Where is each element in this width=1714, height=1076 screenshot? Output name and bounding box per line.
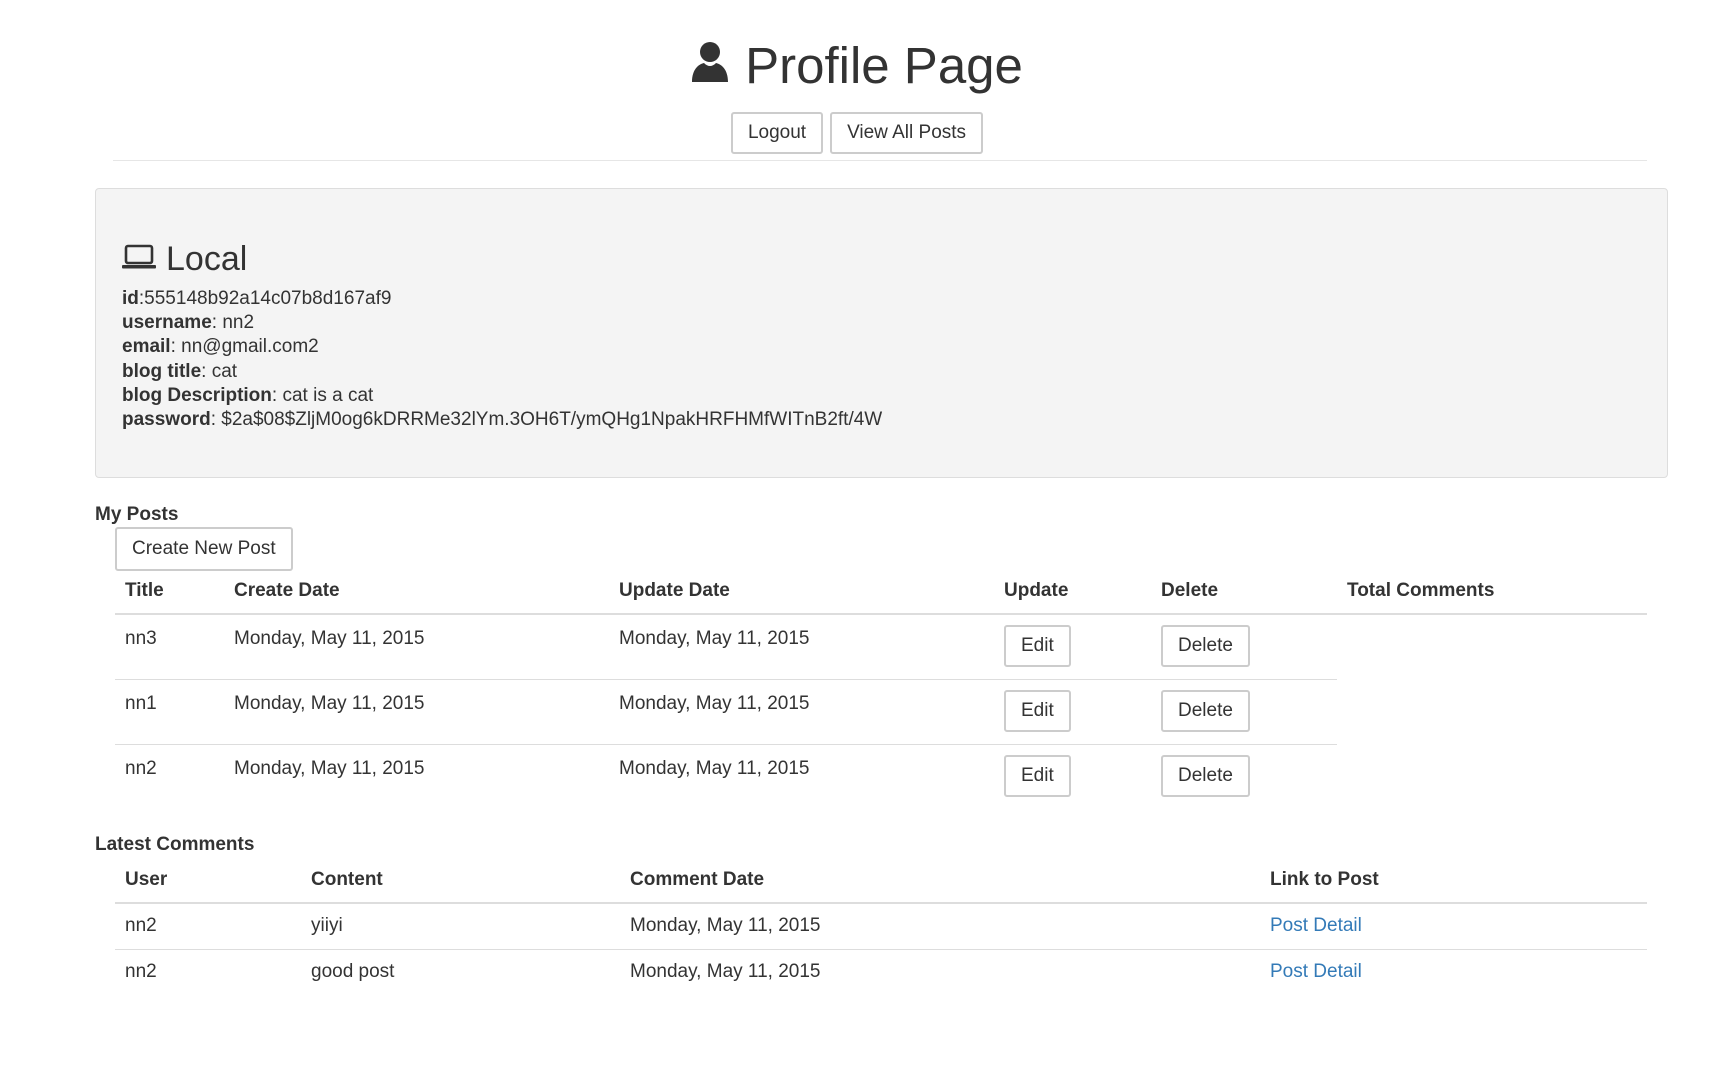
col-total-comments: Total Comments (1337, 568, 1647, 615)
page-title: Profile Page (691, 34, 1023, 98)
info-username-value: nn2 (222, 312, 255, 334)
info-email-sep: : (170, 336, 182, 358)
delete-button[interactable]: Delete (1161, 754, 1250, 797)
post-edit-cell: Edit (994, 743, 1151, 809)
table-row: nn1 Monday, May 11, 2015 Monday, May 11,… (115, 678, 1647, 744)
create-new-post-button[interactable]: Create New Post (115, 527, 293, 571)
header-divider (113, 160, 1647, 161)
comment-user: nn2 (125, 915, 157, 937)
page-header: Profile Page Logout View All Posts (0, 34, 1714, 154)
user-icon (691, 34, 729, 98)
table-row: nn3 Monday, May 11, 2015 Monday, May 11,… (115, 614, 1647, 679)
col-content: Content (301, 857, 620, 904)
info-blog-description-value: cat is a cat (282, 384, 374, 406)
post-title: nn2 (115, 743, 224, 809)
comment-content: yiiyi (311, 915, 343, 937)
logout-button[interactable]: Logout (730, 112, 824, 154)
info-password-value: $2a$08$ZljM0og6kDRRMe32lYm.3OH6T/ymQHg1N… (221, 409, 883, 431)
my-posts-table: Title Create Date Update Date Update Del… (115, 568, 1647, 809)
info-blog-title-key: blog title (122, 360, 202, 382)
info-blog-title: blog title: cat (122, 360, 1667, 384)
post-edit-cell: Edit (994, 678, 1151, 744)
delete-button[interactable]: Delete (1161, 689, 1250, 732)
table-row: nn2 good post Monday, May 11, 2015 Post … (115, 948, 1647, 995)
comment-date: Monday, May 11, 2015 (630, 915, 821, 937)
col-user: User (115, 857, 301, 904)
comment-date: Monday, May 11, 2015 (620, 948, 1260, 995)
info-username-sep: : (211, 312, 223, 334)
post-update-date: Monday, May 11, 2015 (619, 628, 810, 649)
comment-link-cell: Post Detail (1260, 948, 1647, 995)
post-total-comments (1337, 614, 1647, 679)
post-create-date: Monday, May 11, 2015 (224, 678, 609, 744)
table-row: nn2 yiiyi Monday, May 11, 2015 Post Deta… (115, 903, 1647, 949)
header-buttons: Logout View All Posts (0, 112, 1714, 154)
my-posts-heading: My Posts (95, 504, 179, 525)
table-header-row: User Content Comment Date Link to Post (115, 857, 1647, 904)
post-update-date: Monday, May 11, 2015 (609, 678, 994, 744)
page-title-text: Profile Page (745, 37, 1023, 94)
edit-button[interactable]: Edit (1004, 625, 1071, 667)
table-row: nn2 Monday, May 11, 2015 Monday, May 11,… (115, 743, 1647, 809)
post-delete-cell: Delete (1151, 678, 1337, 744)
post-delete-cell: Delete (1151, 743, 1337, 809)
post-total-comments (1337, 679, 1647, 744)
info-id-key: id (122, 288, 139, 309)
comment-content: good post (301, 948, 620, 995)
info-email-value: nn@gmail.com2 (181, 336, 319, 358)
info-password-key: password (122, 409, 211, 431)
post-total-comments (1337, 744, 1647, 809)
col-update: Update (994, 568, 1151, 615)
info-email: email: nn@gmail.com2 (122, 335, 1667, 359)
table-header-row: Title Create Date Update Date Update Del… (115, 568, 1647, 615)
local-title: Local (122, 239, 1667, 279)
latest-comments-table: User Content Comment Date Link to Post n… (115, 857, 1647, 995)
col-update-date: Update Date (609, 568, 994, 615)
profile-page: Profile Page Logout View All Posts Local… (0, 0, 1714, 1076)
post-update-date: Monday, May 11, 2015 (609, 743, 994, 809)
info-username-key: username (122, 312, 212, 334)
info-blog-title-value: cat (211, 360, 238, 382)
local-title-text: Local (166, 240, 248, 278)
view-all-posts-button[interactable]: View All Posts (830, 112, 984, 154)
info-username: username: nn2 (122, 311, 1667, 335)
col-create-date: Create Date (224, 568, 609, 615)
info-id-value: 555148b92a14c07b8d167af9 (144, 288, 392, 309)
post-delete-cell: Delete (1151, 614, 1337, 679)
info-password-sep: : (210, 409, 222, 431)
post-detail-link[interactable]: Post Detail (1270, 961, 1362, 982)
laptop-icon (122, 239, 156, 279)
col-comment-date: Comment Date (620, 857, 1260, 904)
col-title: Title (115, 568, 224, 615)
delete-button[interactable]: Delete (1161, 625, 1250, 667)
comment-link-cell: Post Detail (1260, 903, 1647, 949)
post-detail-link[interactable]: Post Detail (1270, 915, 1362, 936)
info-blog-description: blog Description: cat is a cat (122, 384, 1667, 408)
info-email-key: email (122, 336, 171, 358)
latest-comments-heading: Latest Comments (95, 834, 255, 855)
col-delete: Delete (1151, 568, 1337, 615)
info-password: password: $2a$08$ZljM0og6kDRRMe32lYm.3OH… (122, 408, 1667, 432)
local-info-panel: Local id:555148b92a14c07b8d167af9 userna… (95, 188, 1668, 478)
comment-user: nn2 (115, 948, 301, 995)
info-blog-description-sep: : (271, 384, 283, 406)
post-create-date: Monday, May 11, 2015 (234, 628, 425, 649)
post-edit-cell: Edit (994, 614, 1151, 679)
col-link-to-post: Link to Post (1260, 857, 1647, 904)
edit-button[interactable]: Edit (1004, 754, 1071, 797)
info-id: id:555148b92a14c07b8d167af9 (122, 287, 1667, 311)
post-title: nn3 (125, 628, 157, 649)
edit-button[interactable]: Edit (1004, 689, 1071, 732)
post-title: nn1 (115, 678, 224, 744)
post-create-date: Monday, May 11, 2015 (224, 743, 609, 809)
info-blog-description-key: blog Description (122, 384, 272, 406)
info-blog-title-sep: : (201, 360, 212, 382)
